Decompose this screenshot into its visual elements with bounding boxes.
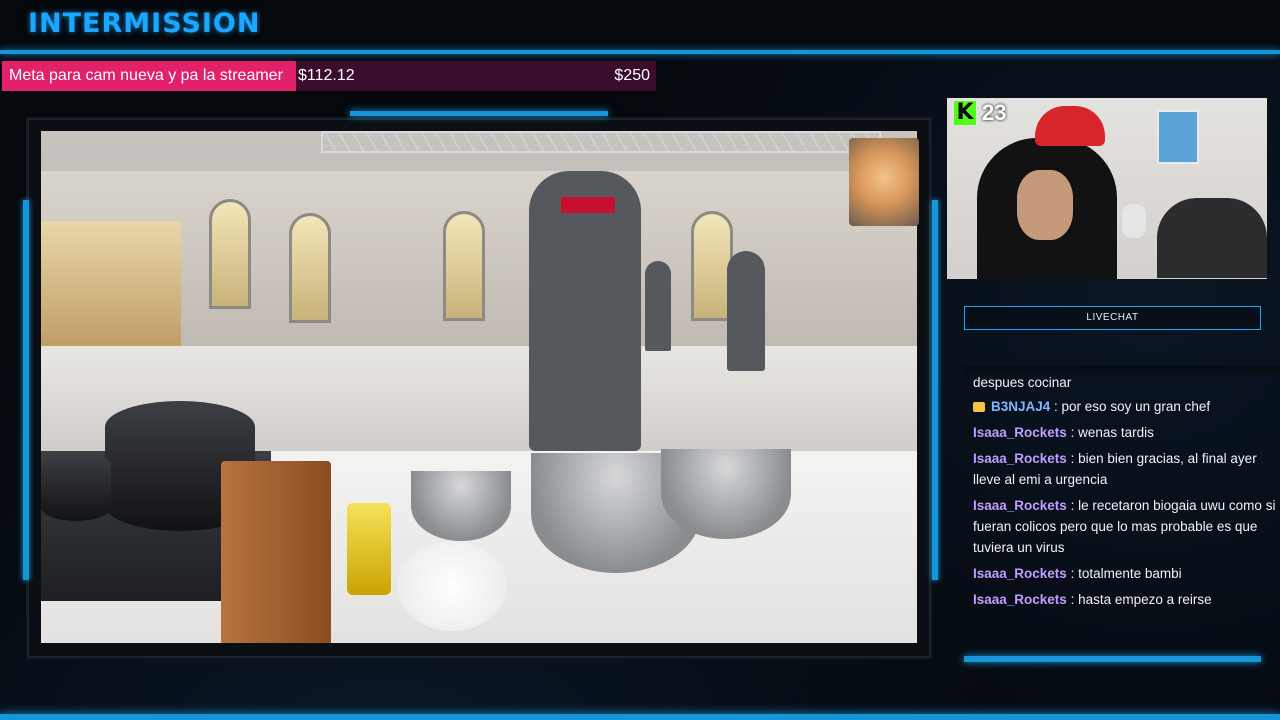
chat-top-fade — [964, 366, 1280, 378]
video-scene-pot — [41, 451, 111, 521]
goal-target-amount: $250 — [614, 67, 650, 84]
kick-logo-icon: K — [954, 101, 976, 125]
viewer-counter: K 23 — [954, 100, 1006, 126]
video-player[interactable] — [41, 131, 917, 643]
chat-text: : por eso soy un gran chef — [1050, 399, 1211, 414]
chat-username[interactable]: Isaaa_Rockets — [973, 592, 1067, 607]
viewer-count: 23 — [982, 100, 1007, 125]
video-scene-plate — [397, 541, 507, 631]
video-scene-chef-collar — [561, 197, 615, 213]
video-frame-accent — [350, 111, 608, 116]
chat-message: Isaaa_Rockets : wenas tardis — [964, 422, 1280, 443]
chat-message-list: B3NJAJ4 : por eso soy un gran chef Isaaa_… — [964, 396, 1280, 615]
chat-text: : wenas tardis — [1066, 425, 1154, 440]
video-scene-window — [443, 211, 485, 321]
webcam-santa-hat — [1035, 106, 1105, 146]
video-scene-window — [209, 199, 251, 309]
chat-panel[interactable]: despues cocinar B3NJAJ4 : por eso soy un… — [964, 334, 1280, 656]
overlay-title: INTERMISSION — [28, 8, 261, 39]
video-scene-truss — [321, 131, 881, 153]
webcam-background-bag — [1157, 198, 1267, 278]
chat-username[interactable]: Isaaa_Rockets — [973, 425, 1067, 440]
chat-header: LIVECHAT — [964, 306, 1261, 330]
chat-username[interactable]: Isaaa_Rockets — [973, 451, 1067, 466]
chat-username[interactable]: B3NJAJ4 — [991, 399, 1050, 414]
video-scene-chef — [529, 171, 641, 451]
title-bar: INTERMISSION — [0, 0, 1280, 50]
webcam-poster — [1157, 110, 1199, 164]
video-scene-knife-block — [221, 461, 331, 643]
chat-username[interactable]: Isaaa_Rockets — [973, 498, 1067, 513]
video-scene-person — [645, 261, 671, 351]
chat-message: Isaaa_Rockets : totalmente bambi — [964, 563, 1280, 584]
chat-message: Isaaa_Rockets : le recetaron biogaia uwu… — [964, 495, 1280, 558]
left-frame-accent — [23, 200, 29, 580]
top-accent-line — [0, 50, 1280, 54]
video-scene-window — [289, 213, 331, 323]
goal-label: Meta para cam nueva y pa la streamer — [9, 67, 283, 84]
video-scene-bowl — [411, 471, 511, 541]
cat-emote-image — [849, 138, 919, 226]
right-frame-accent — [932, 200, 938, 580]
chat-badge-icon — [973, 402, 985, 413]
goal-current-amount: $112.12 — [298, 67, 355, 84]
webcam-face — [1017, 170, 1073, 240]
bottom-accent-line — [0, 714, 1280, 720]
webcam-microphone — [1122, 204, 1146, 238]
chat-text: : hasta empezo a reirse — [1066, 592, 1212, 607]
video-scene-oil-bottle — [347, 503, 391, 595]
video-scene-bowl — [661, 449, 791, 539]
chat-message: Isaaa_Rockets : hasta empezo a reirse — [964, 589, 1280, 610]
chat-bottom-accent — [964, 656, 1261, 662]
chat-username[interactable]: Isaaa_Rockets — [973, 566, 1067, 581]
video-scene-person — [727, 251, 765, 371]
chat-message: B3NJAJ4 : por eso soy un gran chef — [964, 396, 1280, 417]
chat-text: : totalmente bambi — [1066, 566, 1182, 581]
chat-message: Isaaa_Rockets : bien bien gracias, al fi… — [964, 448, 1280, 490]
donation-goal-bar: Meta para cam nueva y pa la streamer $11… — [2, 61, 656, 91]
